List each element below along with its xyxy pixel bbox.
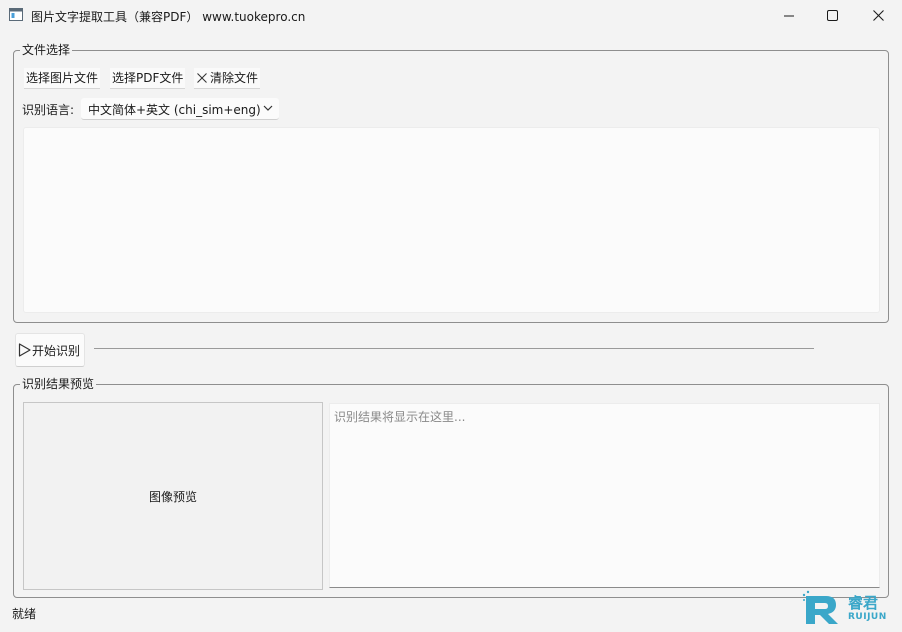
close-icon — [872, 10, 884, 21]
result-textarea[interactable]: 识别结果将显示在这里... — [329, 403, 880, 588]
language-label: 识别语言: — [22, 103, 75, 117]
select-pdf-button[interactable]: 选择PDF文件 — [110, 68, 186, 89]
language-select[interactable]: 中文简体+英文 (chi_sim+eng) — [81, 98, 279, 120]
language-select-value: 中文简体+英文 (chi_sim+eng) — [88, 103, 261, 117]
watermark-en-text: RUIJUN — [848, 612, 887, 622]
clear-files-label: 清除文件 — [210, 71, 259, 85]
window-title: 图片文字提取工具（兼容PDF） www.tuokepro.cn — [31, 10, 306, 24]
file-list[interactable] — [23, 127, 880, 313]
progress-bar — [94, 348, 814, 349]
close-button[interactable] — [855, 0, 901, 31]
start-recognition-label: 开始识别 — [32, 343, 81, 358]
x-icon — [197, 73, 207, 83]
chevron-down-icon — [263, 105, 273, 111]
select-image-label: 选择图片文件 — [26, 71, 99, 85]
title-bar[interactable]: 图片文字提取工具（兼容PDF） www.tuokepro.cn — [0, 0, 902, 31]
maximize-button[interactable] — [809, 0, 855, 31]
ruijun-watermark: 睿君 RUIJUN — [802, 590, 890, 626]
play-icon — [18, 343, 31, 357]
file-selection-title: 文件选择 — [20, 42, 73, 58]
minimize-button[interactable] — [766, 0, 812, 31]
watermark-cn-text: 睿君 — [848, 594, 879, 612]
status-text: 就绪 — [12, 607, 37, 621]
result-placeholder: 识别结果将显示在这里... — [334, 410, 466, 424]
app-window: 图片文字提取工具（兼容PDF） www.tuokepro.cn 文件选择 选择图… — [0, 0, 902, 632]
result-preview-title: 识别结果预览 — [20, 376, 97, 392]
maximize-icon — [826, 10, 838, 21]
file-selection-group: 文件选择 选择图片文件 选择PDF文件 清除文件 识别语言: 中文简体+英文 (… — [13, 42, 889, 323]
result-preview-group: 识别结果预览 图像预览 识别结果将显示在这里... — [13, 376, 889, 598]
select-image-button[interactable]: 选择图片文件 — [24, 68, 101, 89]
clear-files-button[interactable]: 清除文件 — [194, 68, 261, 89]
select-pdf-label: 选择PDF文件 — [112, 71, 184, 85]
start-recognition-button[interactable]: 开始识别 — [15, 333, 85, 367]
image-preview-pane: 图像预览 — [23, 402, 323, 590]
ruijun-logo-icon — [802, 590, 838, 624]
image-preview-label: 图像预览 — [148, 489, 197, 504]
app-window-icon — [9, 8, 23, 21]
minimize-icon — [784, 15, 794, 16]
